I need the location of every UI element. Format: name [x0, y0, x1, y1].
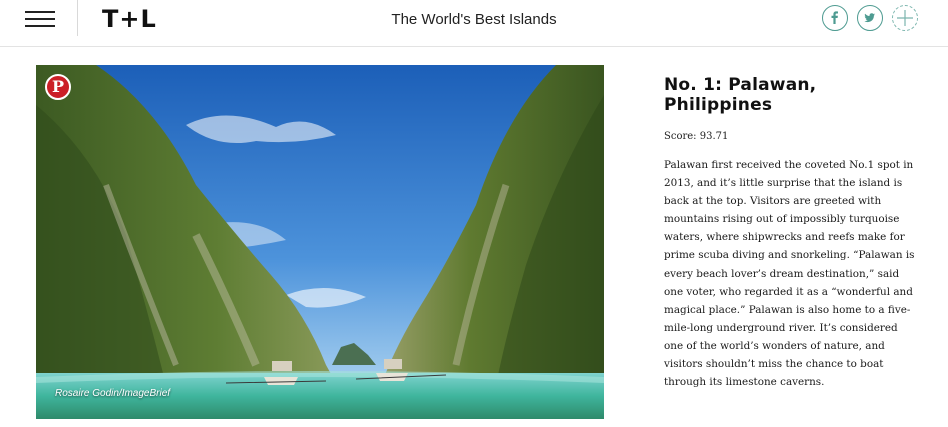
photo-credit: Rosaire Godin/ImageBrief — [55, 388, 171, 399]
twitter-share-button[interactable] — [857, 5, 883, 31]
pinterest-pin-button[interactable]: P — [45, 74, 71, 100]
island-score: Score: 93.71 — [664, 131, 729, 142]
page-title: The World's Best Islands — [391, 11, 557, 28]
twitter-icon — [864, 13, 875, 23]
site-header: T+L The World's Best Islands — [0, 0, 948, 47]
article-body: Palawan first received the coveted No.1 … — [664, 159, 915, 389]
more-share-button[interactable] — [892, 5, 918, 31]
palawan-lagoon-photo — [36, 65, 604, 419]
facebook-icon — [831, 11, 838, 24]
article-heading: No. 1: Palawan, Philippines — [664, 75, 817, 115]
hero-image — [36, 65, 604, 419]
island-article: No. 1: Palawan, Philippines Score: 93.71… — [664, 75, 920, 391]
plus-icon — [897, 10, 913, 26]
pinterest-icon: P — [51, 77, 65, 96]
facebook-share-button[interactable] — [822, 5, 848, 31]
